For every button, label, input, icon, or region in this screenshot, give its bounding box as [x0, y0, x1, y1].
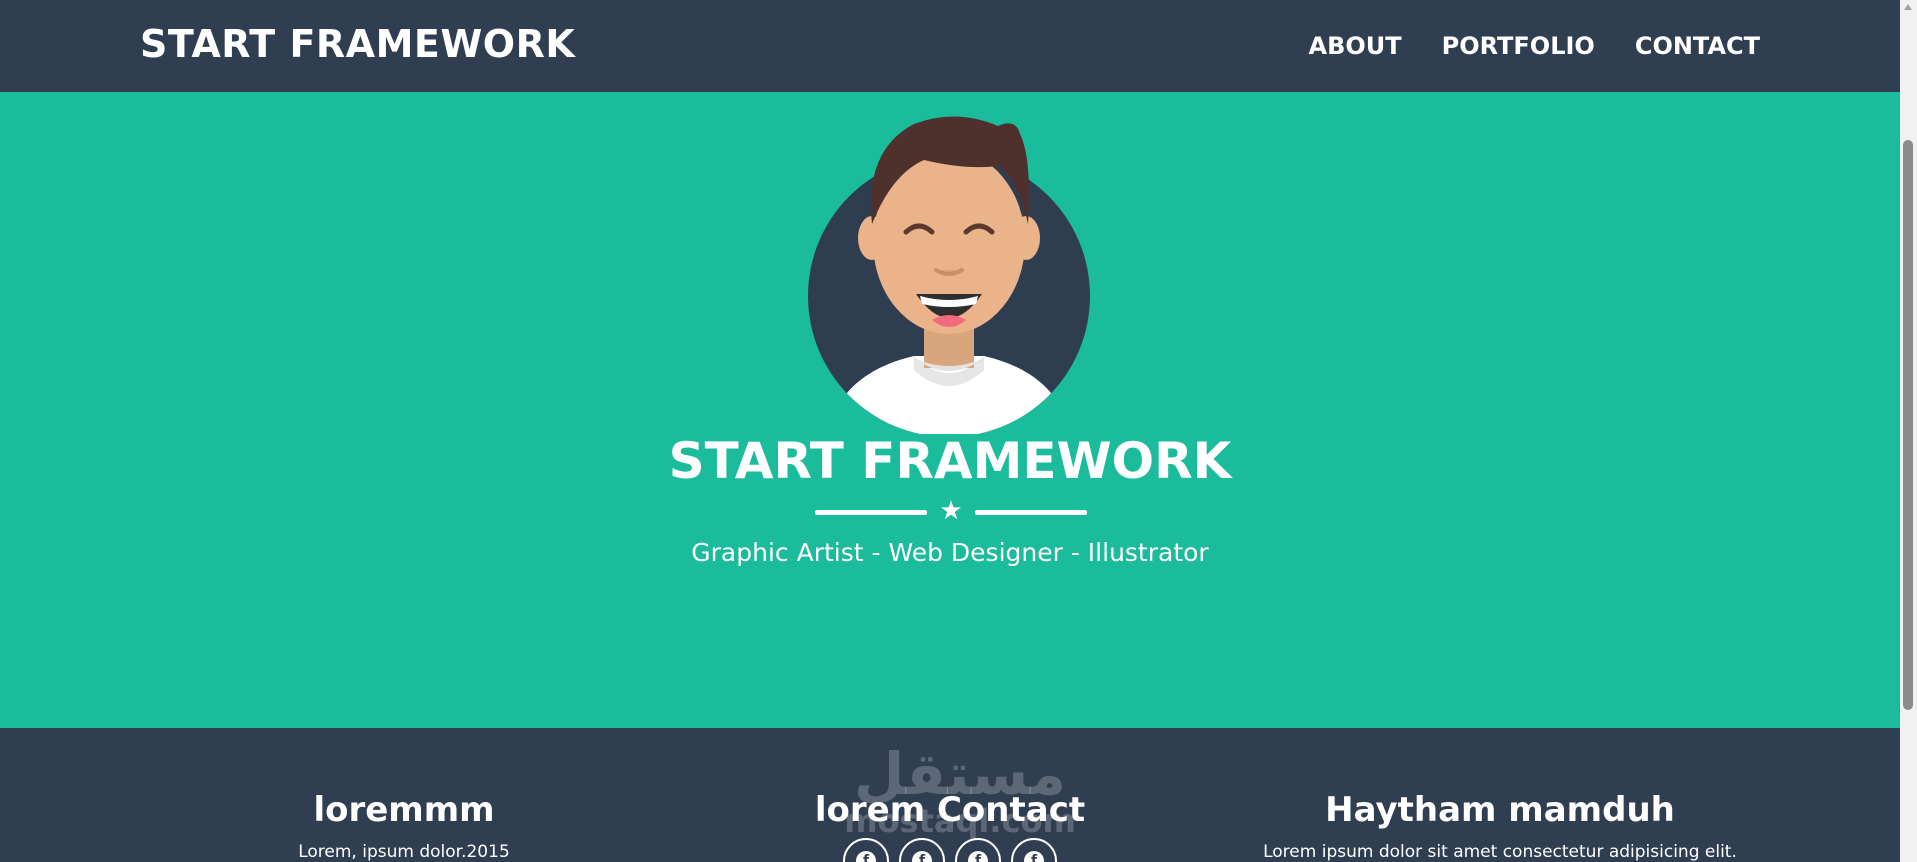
brand-link[interactable]: START FRAMEWORK: [140, 22, 575, 66]
star-divider: ★: [815, 496, 1087, 526]
footer-heading: loremmm: [313, 790, 495, 830]
footer-heading: Haytham mamduh: [1325, 790, 1675, 830]
footer-text: Lorem, ipsum dolor.2015: [298, 842, 510, 862]
hero-subtitle: Graphic Artist - Web Designer - Illustra…: [691, 538, 1209, 567]
avatar-illustration: [808, 116, 1090, 434]
facebook-icon: f: [1024, 851, 1044, 862]
nav-link-about[interactable]: ABOUT: [1309, 32, 1402, 60]
footer: loremmm Lorem, ipsum dolor.2015 lorem Co…: [0, 728, 1900, 862]
scrollbar-thumb[interactable]: [1903, 140, 1913, 710]
footer-text: Lorem ipsum dolor sit amet consectetur a…: [1263, 842, 1737, 862]
navbar: START FRAMEWORK ABOUT PORTFOLIO CONTACT: [0, 0, 1900, 92]
nav-link-contact[interactable]: CONTACT: [1635, 32, 1760, 60]
nav-links: ABOUT PORTFOLIO CONTACT: [1309, 32, 1761, 60]
nav-link-portfolio[interactable]: PORTFOLIO: [1442, 32, 1595, 60]
footer-heading: lorem Contact: [814, 790, 1086, 830]
facebook-icon: f: [968, 851, 988, 862]
facebook-link[interactable]: f: [899, 838, 945, 862]
footer-column-about: loremmm Lorem, ipsum dolor.2015: [244, 790, 564, 862]
scroll-up-arrow-icon[interactable]: [1904, 4, 1912, 10]
facebook-icon: f: [912, 851, 932, 862]
facebook-icon: f: [856, 851, 876, 862]
divider-line-left: [815, 510, 927, 515]
hero-title: START FRAMEWORK: [668, 432, 1232, 490]
divider-line-right: [975, 510, 1087, 515]
facebook-link[interactable]: f: [955, 838, 1001, 862]
star-icon: ★: [939, 496, 963, 526]
facebook-link[interactable]: f: [1011, 838, 1057, 862]
hero-section: START FRAMEWORK ★ Graphic Artist - Web D…: [0, 92, 1900, 728]
footer-column-author: Haytham mamduh Lorem ipsum dolor sit ame…: [1200, 790, 1800, 862]
facebook-link[interactable]: f: [843, 838, 889, 862]
footer-column-contact: lorem Contact f f f f: [800, 790, 1100, 862]
page-scrollbar[interactable]: [1900, 0, 1917, 862]
social-links: f f f f: [800, 838, 1100, 862]
